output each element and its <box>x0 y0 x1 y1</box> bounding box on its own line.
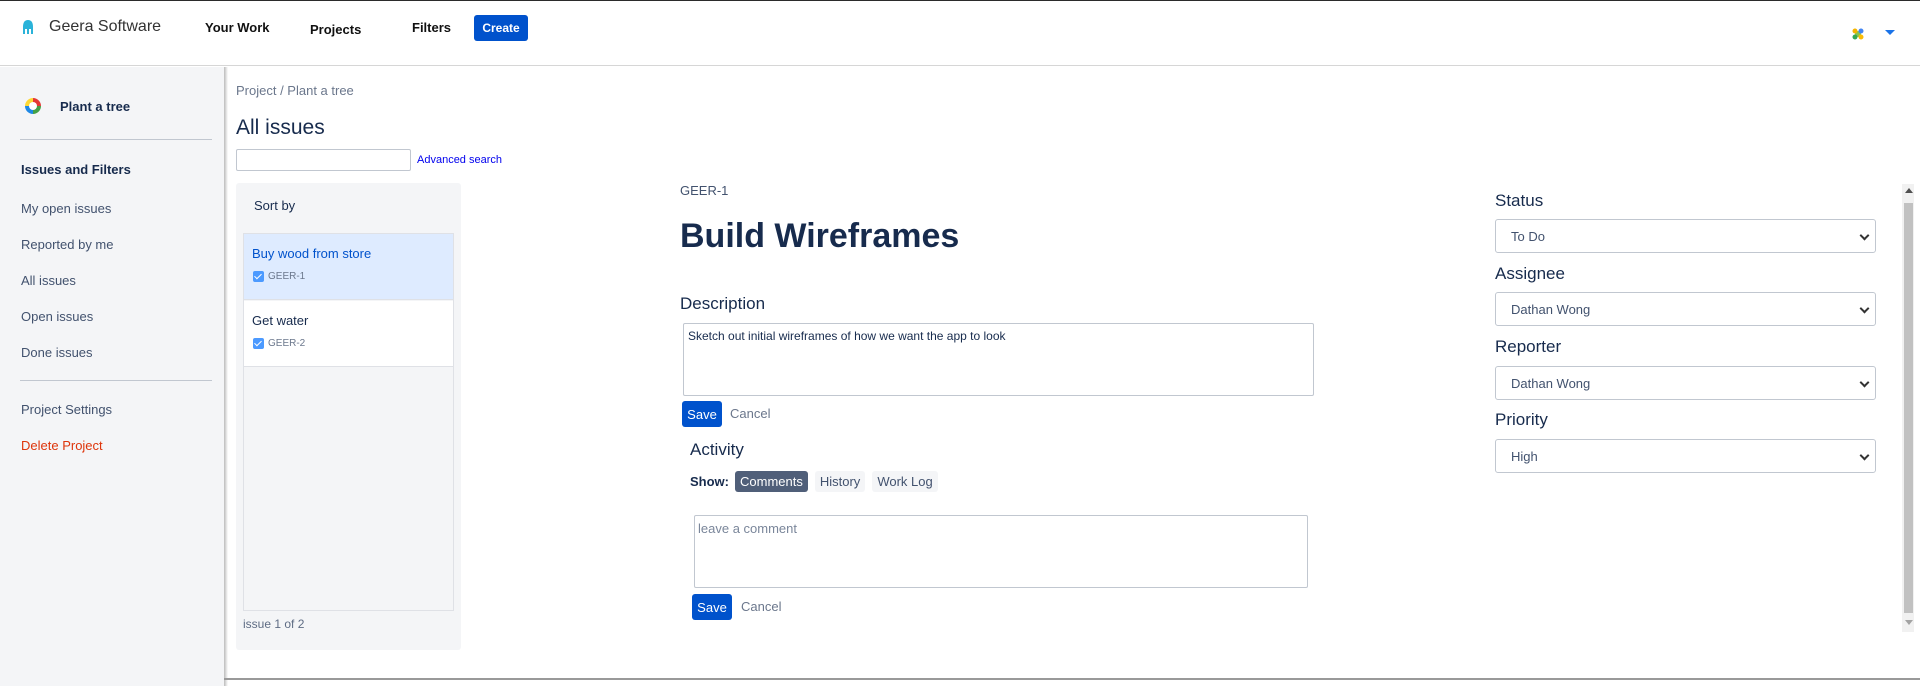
search-input[interactable] <box>236 149 411 171</box>
divider <box>20 380 212 381</box>
show-label: Show: <box>690 474 729 489</box>
brand[interactable]: Geera Software <box>21 18 161 36</box>
chevron-down-icon <box>1859 303 1870 314</box>
sidebar-item-project-settings[interactable]: Project Settings <box>21 402 112 417</box>
assignee-label: Assignee <box>1495 264 1565 283</box>
status-label: Status <box>1495 191 1544 210</box>
sidebar-shadow <box>224 67 228 686</box>
issue-key-row: GEER-2 <box>253 338 305 349</box>
scroll-down-icon[interactable] <box>1905 620 1913 625</box>
issue-title: Get water <box>252 313 309 328</box>
tab-work-log[interactable]: Work Log <box>872 471 938 492</box>
priority-select[interactable]: High <box>1495 439 1876 473</box>
checkbox-icon <box>253 271 264 282</box>
status-value: To Do <box>1511 229 1545 244</box>
project-icon <box>25 98 41 114</box>
description-label: Description <box>680 294 766 313</box>
scroll-up-icon[interactable] <box>1905 188 1913 193</box>
geera-logo-icon <box>23 20 33 34</box>
comment-input[interactable]: leave a comment <box>694 515 1308 588</box>
status-select[interactable]: To Do <box>1495 219 1876 253</box>
chevron-down-icon[interactable] <box>1885 30 1895 35</box>
list-item[interactable]: Get water GEER-2 <box>244 301 453 367</box>
comment-cancel-button[interactable]: Cancel <box>741 599 781 614</box>
reporter-select[interactable]: Dathan Wong <box>1495 366 1876 400</box>
chevron-down-icon <box>1859 377 1870 388</box>
list-item[interactable]: Buy wood from store GEER-1 <box>244 234 453 300</box>
sidebar: Plant a tree Issues and Filters My open … <box>0 67 224 686</box>
advanced-search-link[interactable]: Advanced search <box>417 154 502 166</box>
chevron-down-icon <box>1859 230 1870 241</box>
description-cancel-button[interactable]: Cancel <box>730 406 770 421</box>
user-avatar-icon[interactable] <box>1851 27 1865 41</box>
issue-title: Buy wood from store <box>252 246 372 261</box>
checkbox-icon <box>253 338 264 349</box>
assignee-select[interactable]: Dathan Wong <box>1495 292 1876 326</box>
activity-label: Activity <box>690 440 744 459</box>
sidebar-item-delete-project[interactable]: Delete Project <box>21 438 103 453</box>
comment-save-button[interactable]: Save <box>692 594 732 620</box>
issue-key: GEER-2 <box>268 338 306 349</box>
description-save-button[interactable]: Save <box>682 401 722 427</box>
scrollbar-thumb[interactable] <box>1904 203 1913 613</box>
chevron-down-icon <box>1859 450 1870 461</box>
priority-value: High <box>1511 449 1538 464</box>
create-button[interactable]: Create <box>474 15 528 41</box>
assignee-value: Dathan Wong <box>1511 302 1591 317</box>
page-title: All issues <box>236 116 325 139</box>
tab-comments[interactable]: Comments <box>735 471 808 492</box>
brand-name: Geera Software <box>49 18 162 35</box>
priority-label: Priority <box>1495 410 1548 429</box>
description-field[interactable]: Sketch out initial wireframes of how we … <box>683 323 1314 396</box>
nav-your-work[interactable]: Your Work <box>205 20 270 35</box>
nav-filters[interactable]: Filters <box>412 20 451 35</box>
issue-key-row: GEER-1 <box>253 271 305 282</box>
issue-key: GEER-1 <box>268 271 306 282</box>
top-navbar: Geera Software Your Work Projects Filter… <box>0 0 1920 66</box>
sidebar-item-reported-by-me[interactable]: Reported by me <box>21 237 114 252</box>
sort-by-control[interactable]: Sort by <box>254 198 295 213</box>
sidebar-project[interactable]: Plant a tree <box>24 97 130 115</box>
activity-tabs: Show: Comments History Work Log <box>690 471 941 492</box>
sidebar-item-open-issues[interactable]: Open issues <box>21 309 93 324</box>
divider <box>20 139 212 140</box>
reporter-label: Reporter <box>1495 337 1562 356</box>
nav-projects[interactable]: Projects <box>310 22 361 37</box>
detail-issue-key: GEER-1 <box>680 183 729 198</box>
sidebar-heading: Issues and Filters <box>21 162 131 177</box>
main-bottom-border <box>224 678 1920 680</box>
issue-list-panel: Sort by Buy wood from store GEER-1 Get w… <box>236 183 461 650</box>
project-name: Plant a tree <box>60 98 131 114</box>
sidebar-item-my-open-issues[interactable]: My open issues <box>21 201 111 216</box>
reporter-value: Dathan Wong <box>1511 376 1591 391</box>
issue-list: Buy wood from store GEER-1 Get water GEE… <box>243 233 454 611</box>
tab-history[interactable]: History <box>814 471 866 492</box>
breadcrumb[interactable]: Project / Plant a tree <box>236 83 354 98</box>
sidebar-item-done-issues[interactable]: Done issues <box>21 345 93 360</box>
sidebar-item-all-issues[interactable]: All issues <box>21 273 76 288</box>
issue-title-heading[interactable]: Build Wireframes <box>680 217 959 256</box>
issue-count: issue 1 of 2 <box>243 617 305 631</box>
